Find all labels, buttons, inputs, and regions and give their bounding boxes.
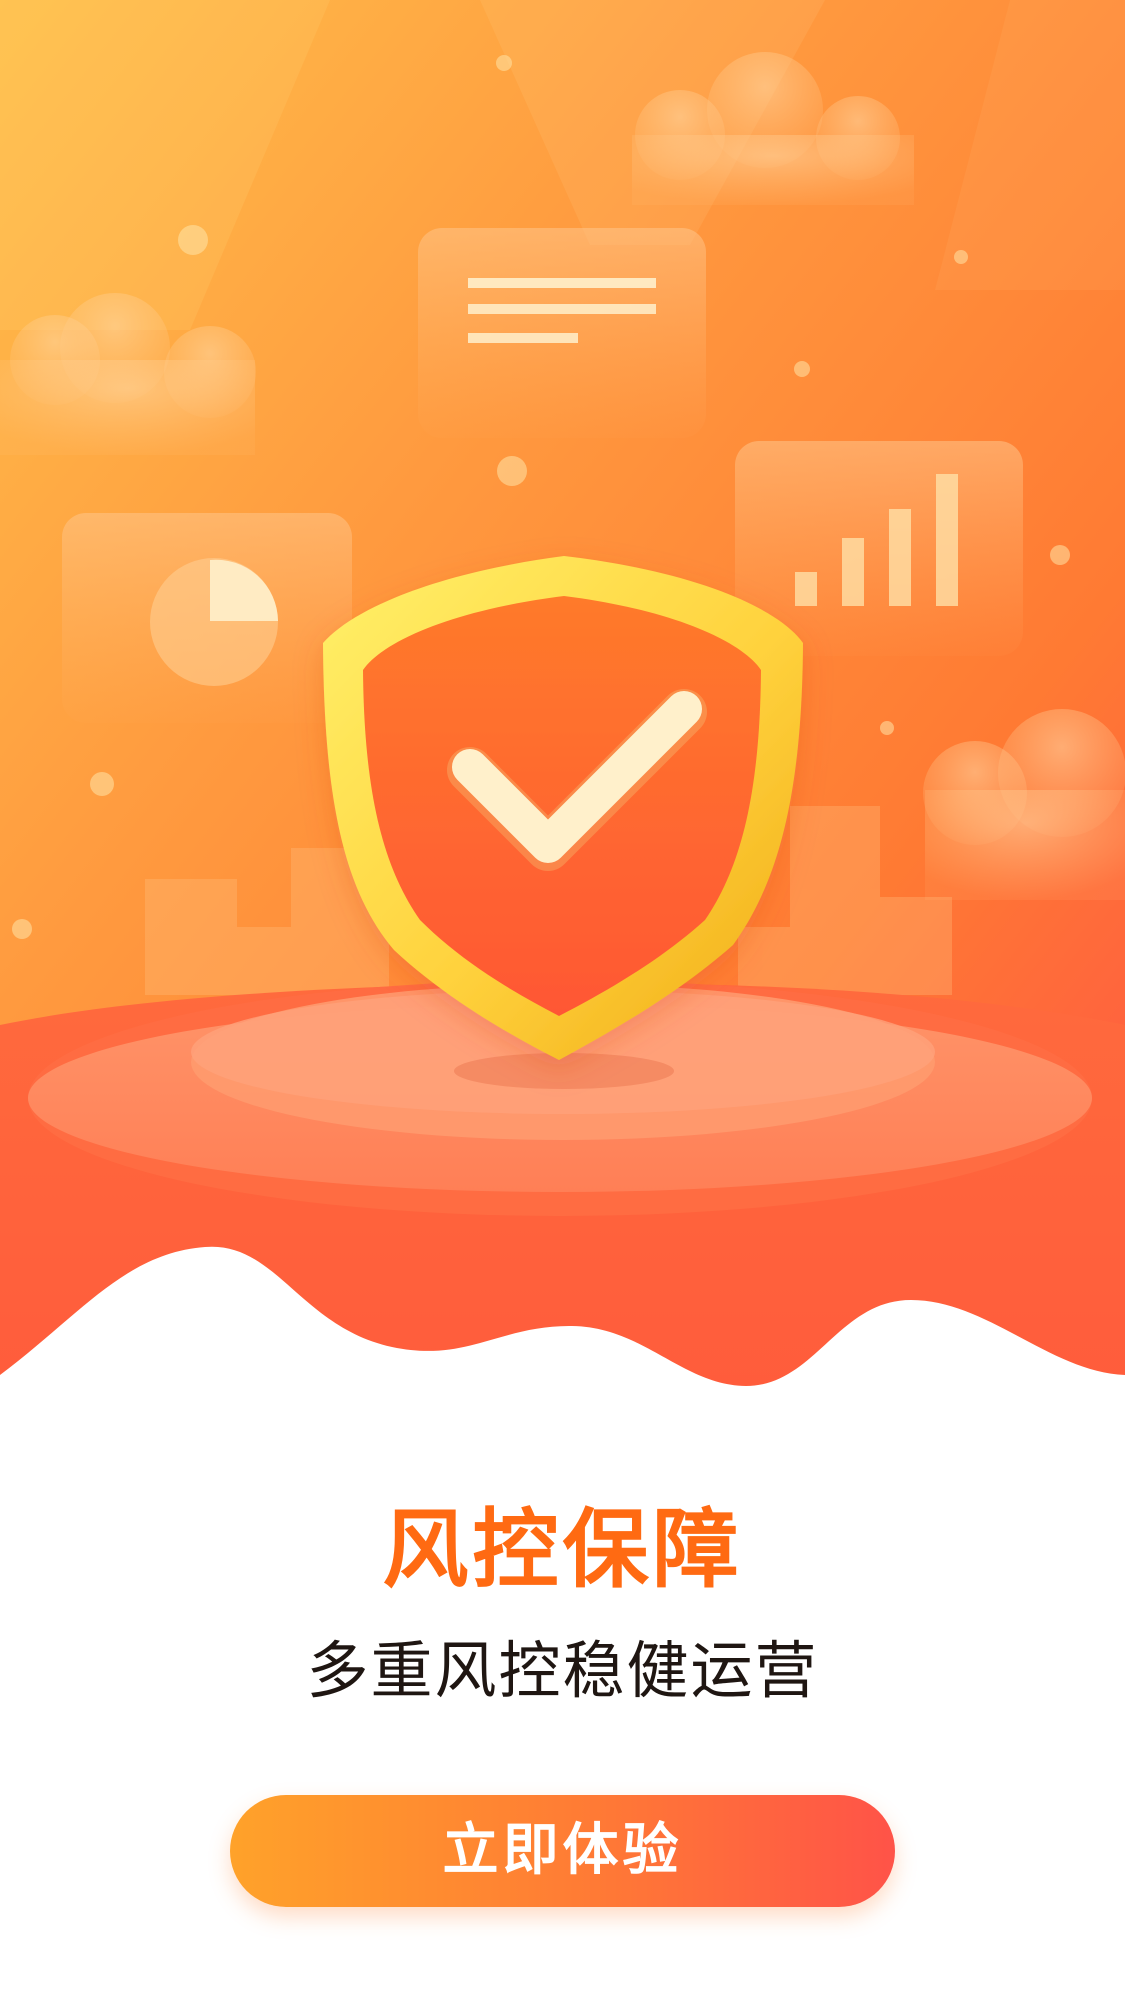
cta-container: 立即体验 bbox=[230, 1795, 895, 1907]
try-now-label: 立即体验 bbox=[442, 1818, 683, 1883]
page-subtitle: 多重风控稳健运营 bbox=[306, 1634, 819, 1707]
hero-illustration-svg bbox=[0, 0, 1125, 1450]
hero-illustration bbox=[0, 0, 1125, 1450]
page-title: 风控保障 bbox=[382, 1500, 743, 1600]
pie-chart-card-icon bbox=[62, 513, 352, 723]
try-now-button[interactable]: 立即体验 bbox=[230, 1795, 895, 1907]
document-card-icon bbox=[418, 228, 706, 438]
onboarding-screen: 风控保障 多重风控稳健运营 立即体验 bbox=[0, 0, 1125, 2001]
intro-copy: 风控保障 多重风控稳健运营 bbox=[0, 1495, 1125, 1711]
